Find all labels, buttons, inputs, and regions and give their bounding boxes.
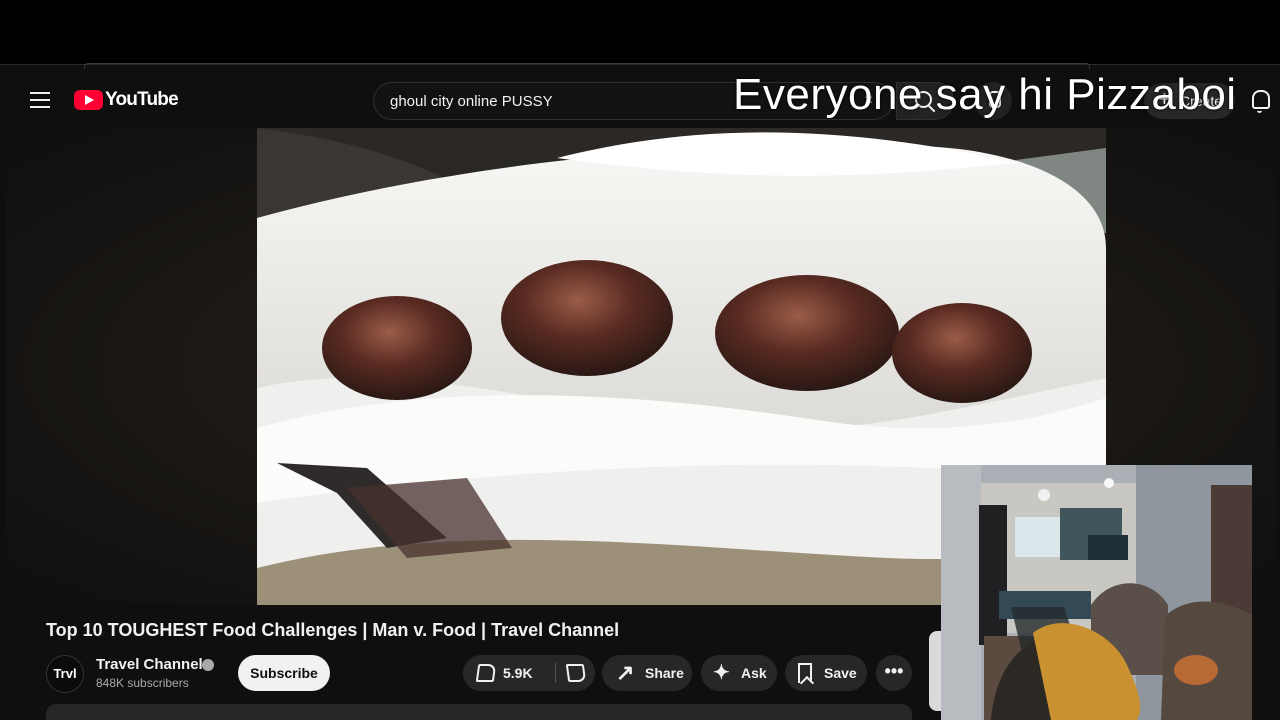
webcam-room-scene <box>941 465 1252 720</box>
youtube-play-logo-icon <box>74 90 103 110</box>
ask-button[interactable]: ✦ Ask <box>701 655 777 691</box>
channel-avatar[interactable]: Trvl <box>46 655 84 693</box>
like-divider <box>555 663 556 683</box>
youtube-logo-text: YouTube <box>105 89 179 110</box>
webcam-overlay <box>941 465 1252 720</box>
bell-icon[interactable] <box>1246 87 1272 115</box>
video-title: Top 10 TOUGHEST Food Challenges | Man v.… <box>46 620 620 640</box>
verified-badge-icon <box>202 659 214 671</box>
channel-and-actions-row: Trvl Travel Channel 848K subscribers Sub… <box>46 655 916 693</box>
share-arrow-icon: ↗ <box>616 660 635 685</box>
sparkle-icon: ✦ <box>713 662 730 684</box>
bookmark-icon <box>798 663 812 683</box>
description-panel-edge <box>46 704 912 720</box>
stream-caption-overlay: Everyone say hi Pizzaboi <box>733 70 1237 119</box>
thumbs-up-icon[interactable] <box>475 664 497 682</box>
like-dislike-button-group[interactable]: 5.9K <box>463 655 595 691</box>
screen: YouTube ghoul city online PUSSY × Create… <box>0 0 1280 720</box>
share-label: Share <box>645 665 684 681</box>
subscribe-button[interactable]: Subscribe <box>238 655 330 691</box>
share-button[interactable]: ↗ Share <box>602 655 692 691</box>
save-label: Save <box>824 665 857 681</box>
search-query: ghoul city online PUSSY <box>390 93 553 110</box>
save-button[interactable]: Save <box>785 655 867 691</box>
thumbs-down-icon[interactable] <box>565 664 587 682</box>
black-top-border <box>0 0 1280 64</box>
browser-tab-edge <box>84 63 1090 69</box>
like-count: 5.9K <box>503 665 533 681</box>
subscriber-count: 848K subscribers <box>96 676 189 690</box>
side-panel-edge <box>929 631 941 711</box>
hamburger-menu-icon[interactable] <box>30 92 50 108</box>
more-actions-button[interactable]: ••• <box>876 655 912 691</box>
ask-label: Ask <box>741 665 767 681</box>
youtube-logo[interactable]: YouTube <box>74 89 179 111</box>
channel-name[interactable]: Travel Channel <box>96 656 203 673</box>
